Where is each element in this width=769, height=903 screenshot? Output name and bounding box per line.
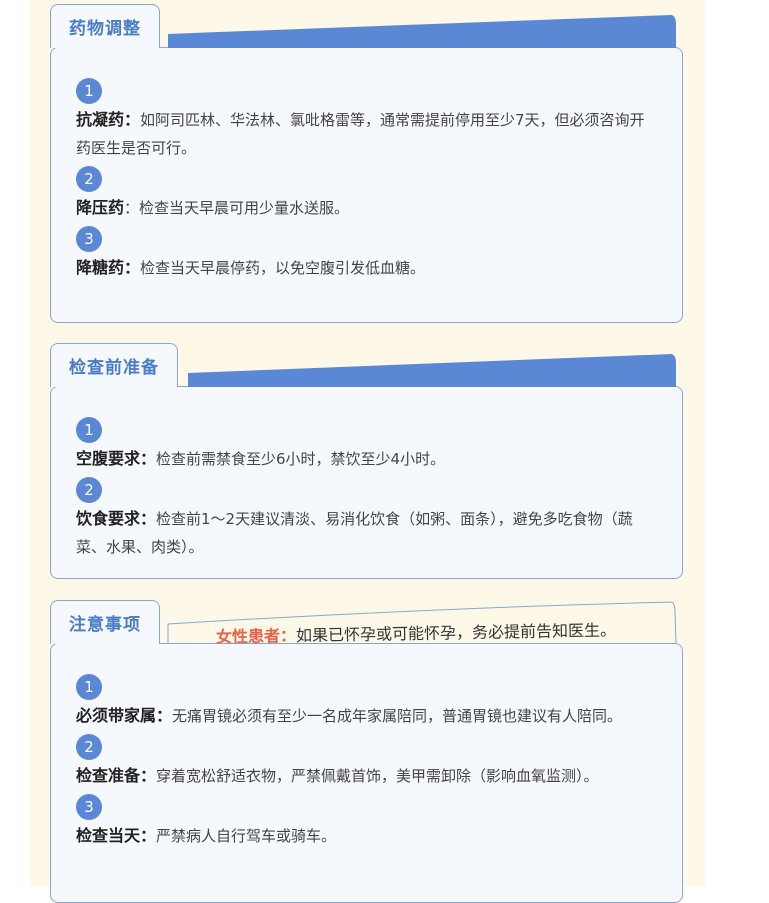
item-text: 检查前1～2天建议清淡、易消化饮食（如粥、面条），避免多吃食物（蔬菜、水果、肉类… <box>76 510 633 556</box>
list-item: 1 空腹要求：检查前需禁食至少6小时，禁饮至少4小时。 <box>76 417 658 473</box>
section-header: 检查前准备 <box>50 343 685 391</box>
item-label: 必须带家属： <box>76 706 173 725</box>
list-item: 3 检查当天：严禁病人自行驾车或骑车。 <box>76 794 658 850</box>
number-badge: 2 <box>76 734 102 760</box>
number-badge: 3 <box>76 226 102 252</box>
list-item: 2 降压药：检查当天早晨可用少量水送服。 <box>76 166 658 222</box>
section-header: 药物调整 <box>50 4 685 52</box>
section-title: 检查前准备 <box>50 343 178 387</box>
number-badge: 3 <box>76 794 102 820</box>
item-label: 降压药 <box>76 198 125 217</box>
item-text: 无痛胃镜必须有至少一名成年家属陪同，普通胃镜也建议有人陪同。 <box>172 707 623 725</box>
item-label: 饮食要求： <box>76 509 157 528</box>
list-item: 1 抗凝药：如阿司匹林、华法林、氯吡格雷等，通常需提前停用至少7天，但必须咨询开… <box>76 78 658 162</box>
item-label: 抗凝药： <box>76 110 141 129</box>
number-badge: 2 <box>76 166 102 192</box>
number-badge: 1 <box>76 674 102 700</box>
item-text: 如阿司匹林、华法林、氯吡格雷等，通常需提前停用至少7天，但必须咨询开药医生是否可… <box>76 111 645 157</box>
number-badge: 1 <box>76 78 102 104</box>
list-item: 2 检查准备：穿着宽松舒适衣物，严禁佩戴首饰，美甲需卸除（影响血氧监测）。 <box>76 734 658 790</box>
section-title: 药物调整 <box>50 4 160 48</box>
number-badge: 2 <box>76 477 102 503</box>
item-text: 检查当天早晨停药，以免空腹引发低血糖。 <box>140 259 426 277</box>
section-header: 注意事项 女性患者：如果已怀孕或可能怀孕，务必提前告知医生。 <box>50 600 685 648</box>
list-item: 3 降糖药：检查当天早晨停药，以免空腹引发低血糖。 <box>76 226 658 282</box>
section-title: 注意事项 <box>50 600 160 644</box>
item-label: 降糖药： <box>76 258 141 277</box>
item-label: 空腹要求： <box>76 449 157 468</box>
section-notes: 注意事项 女性患者：如果已怀孕或可能怀孕，务必提前告知医生。 1 必须带家属：无… <box>50 600 683 903</box>
item-text: ：检查当天早晨可用少量水送服。 <box>124 199 350 217</box>
list-item: 1 必须带家属：无痛胃镜必须有至少一名成年家属陪同，普通胃镜也建议有人陪同。 <box>76 674 658 730</box>
item-text: 穿着宽松舒适衣物，严禁佩戴首饰，美甲需卸除（影响血氧监测）。 <box>156 767 599 785</box>
item-text: 严禁病人自行驾车或骑车。 <box>156 827 337 845</box>
section-medication: 药物调整 1 抗凝药：如阿司匹林、华法林、氯吡格雷等，通常需提前停用至少7天，但… <box>50 4 683 323</box>
list-item: 2 饮食要求：检查前1～2天建议清淡、易消化饮食（如粥、面条），避免多吃食物（蔬… <box>76 477 658 561</box>
notice-label: 女性患者： <box>215 626 297 647</box>
item-text: 检查前需禁食至少6小时，禁饮至少4小时。 <box>156 450 446 468</box>
item-label: 检查当天： <box>76 826 157 845</box>
number-badge: 1 <box>76 417 102 443</box>
section-preparation: 检查前准备 1 空腹要求：检查前需禁食至少6小时，禁饮至少4小时。 2 饮食要求… <box>50 343 683 579</box>
item-label: 检查准备： <box>76 766 157 785</box>
